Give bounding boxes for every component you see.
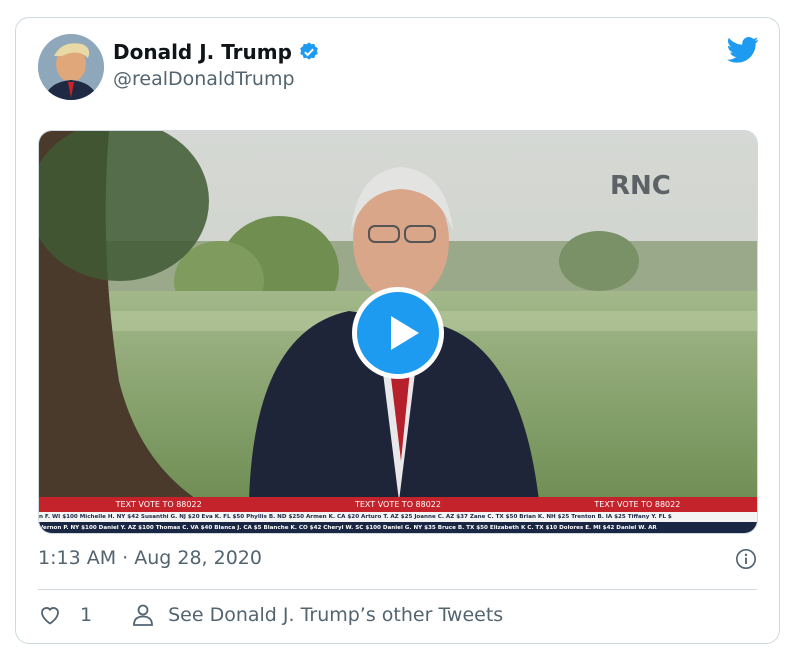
- ticker-vote-text: TEXT VOTE TO 88022: [354, 500, 441, 509]
- verified-badge-icon: [300, 42, 318, 60]
- video-player[interactable]: RNC TEXT VOTE TO 88022 TEXT VOTE TO 8802…: [38, 130, 758, 534]
- tweet-actions: 1 See Donald J. Trump’s other Tweets: [38, 603, 503, 627]
- person-icon: [133, 604, 153, 626]
- ticker-vote-text: TEXT VOTE TO 88022: [594, 500, 681, 509]
- divider: [38, 589, 757, 590]
- heart-icon: [41, 607, 59, 625]
- tweet-timestamp[interactable]: 1:13 AM · Aug 28, 2020: [38, 547, 262, 569]
- see-other-tweets-link[interactable]: See Donald J. Trump’s other Tweets: [132, 603, 503, 627]
- like-button[interactable]: 1: [38, 603, 92, 627]
- author-handle[interactable]: @realDonaldTrump: [113, 68, 295, 90]
- ticker-donors-row1: n F. WI $100 Michelle H. NY $42 Susanthi…: [39, 512, 757, 522]
- like-count: 1: [80, 604, 93, 626]
- twitter-bird-icon[interactable]: [727, 36, 759, 64]
- see-other-tweets-label: See Donald J. Trump’s other Tweets: [168, 604, 504, 626]
- ticker-vote-text: TEXT VOTE TO 88022: [115, 500, 202, 509]
- ticker-vote-bar: TEXT VOTE TO 88022 TEXT VOTE TO 88022 TE…: [39, 497, 757, 512]
- author-name[interactable]: Donald J. Trump: [113, 40, 292, 64]
- avatar-image: [38, 34, 104, 100]
- info-icon[interactable]: [735, 548, 757, 570]
- author-name-row[interactable]: Donald J. Trump: [113, 40, 320, 64]
- ticker-donors-row2: Vernon P. NY $100 Daniel Y. AZ $100 Thom…: [39, 522, 757, 533]
- play-button[interactable]: [352, 287, 444, 379]
- author-avatar[interactable]: [38, 34, 104, 100]
- rnc-watermark: RNC: [610, 171, 671, 201]
- tweet-card: Donald J. Trump @realDonaldTrump RNC TEX…: [15, 17, 780, 644]
